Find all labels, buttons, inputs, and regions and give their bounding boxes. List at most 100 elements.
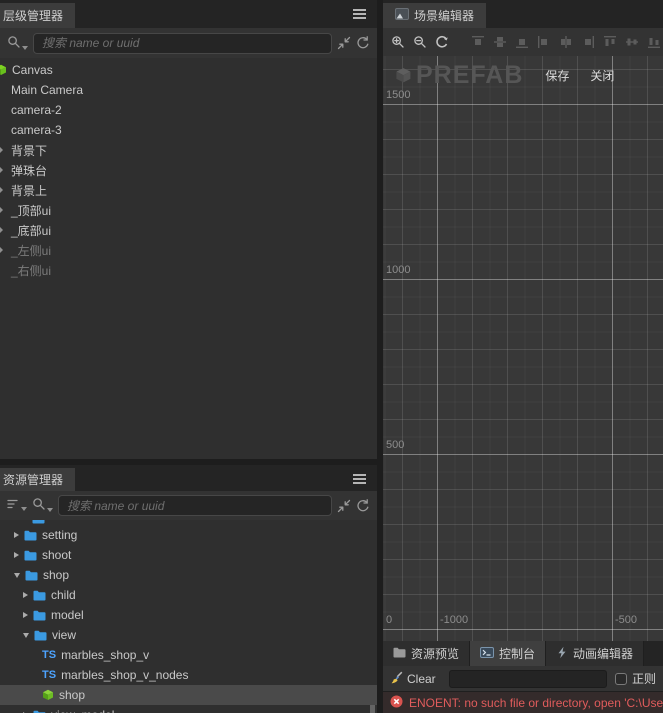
asset-item[interactable]: shop	[0, 685, 377, 705]
cocos-editor-window: 层级管理器 Canvas Main Camera camera-2 camera-3 背…	[0, 0, 663, 713]
tab-scene-editor[interactable]: 场景编辑器	[383, 3, 487, 28]
scene-toolbar	[383, 28, 663, 56]
hierarchy-node[interactable]: _右侧ui	[0, 260, 377, 280]
distribute-vcenter-button[interactable]	[625, 35, 639, 49]
assets-search-input[interactable]	[58, 495, 332, 516]
console-error-text: ENOENT: no such file or directory, open …	[409, 695, 663, 710]
terminal-icon	[480, 646, 495, 661]
console-filter-input[interactable]	[448, 669, 607, 688]
grid-coordinate-label: 1500	[386, 89, 411, 101]
assets-refresh-button[interactable]	[356, 498, 370, 513]
asset-item[interactable]: setting	[0, 525, 377, 545]
zoom-in-button[interactable]	[391, 35, 405, 49]
hierarchy-search-type-button[interactable]	[7, 35, 28, 52]
assets-sort-button[interactable]	[7, 498, 27, 513]
prefab-close-button[interactable]: 关闭	[590, 67, 614, 84]
hierarchy-search-row	[0, 28, 377, 58]
reset-view-button[interactable]	[435, 35, 449, 49]
assets-collapse-all-button[interactable]	[337, 499, 351, 513]
console-clear-button[interactable]: Clear	[390, 671, 436, 687]
distribute-bottom-button[interactable]	[647, 35, 661, 49]
node-label: _底部ui	[11, 223, 52, 238]
zoom-out-button[interactable]	[413, 35, 427, 49]
asset-label: marbles_shop_v_nodes	[61, 668, 189, 682]
regex-checkbox[interactable]	[614, 672, 627, 685]
hierarchy-node[interactable]: 背景下	[0, 140, 377, 160]
hierarchy-refresh-button[interactable]	[356, 36, 370, 50]
asset-label: setting	[42, 528, 78, 542]
asset-item[interactable]: child	[0, 585, 377, 605]
prefab-cube-icon	[395, 67, 412, 84]
bottom-tab-label: 资源预览	[411, 647, 460, 661]
sort-icon	[7, 498, 20, 513]
asset-label: marbles_shop_v	[61, 648, 150, 662]
asset-item[interactable]: shoot	[0, 545, 377, 565]
asset-item[interactable]: TS marbles_shop_v	[0, 645, 377, 665]
clipped-arrow-icon	[0, 147, 3, 153]
distribute-top-button[interactable]	[603, 35, 617, 49]
hierarchy-node[interactable]: camera-2	[0, 100, 377, 120]
tab-folder[interactable]: 资源预览	[383, 641, 471, 666]
asset-label: shoot	[42, 548, 72, 562]
hierarchy-collapse-all-button[interactable]	[337, 36, 351, 50]
node-label: _左侧ui	[11, 243, 52, 258]
node-label: Main Camera	[11, 83, 84, 97]
asset-item[interactable]: view_model	[0, 705, 377, 713]
folder-icon	[33, 610, 46, 621]
assets-search-type-button[interactable]	[32, 497, 53, 514]
assets-tabbar: 资源管理器	[0, 465, 377, 491]
console-toolbar: Clear 正则	[383, 666, 663, 691]
align-right-button[interactable]	[581, 35, 595, 49]
clipped-arrow-icon	[0, 187, 3, 193]
typescript-icon: TS	[42, 649, 57, 661]
hierarchy-node[interactable]: Canvas	[0, 60, 377, 80]
assets-tree: setting shoot shop child model view TS marbles_…	[0, 520, 377, 713]
hierarchy-node[interactable]: Main Camera	[0, 80, 377, 100]
scene-panel: 场景编辑器 PREFAB 保存 关闭 1500 1000 500 0 -1000 -500…	[383, 0, 663, 713]
hierarchy-node[interactable]: _顶部ui	[0, 200, 377, 220]
align-bottom-button[interactable]	[515, 35, 529, 49]
hierarchy-node[interactable]: camera-3	[0, 120, 377, 140]
scene-canvas[interactable]: PREFAB 保存 关闭 1500 1000 500 0 -1000 -500	[383, 56, 663, 641]
hierarchy-search-input[interactable]	[33, 32, 332, 54]
tab-hierarchy[interactable]: 层级管理器	[0, 3, 76, 28]
node-label: camera-2	[11, 103, 62, 117]
prefab-save-button[interactable]: 保存	[545, 67, 569, 84]
align-top-button[interactable]	[471, 35, 485, 49]
disclosure-arrow-icon[interactable]	[23, 592, 28, 598]
hierarchy-node[interactable]: _左侧ui	[0, 240, 377, 260]
node-label: 背景上	[11, 183, 48, 198]
assets-menu-button[interactable]	[353, 473, 367, 485]
hierarchy-menu-button[interactable]	[353, 8, 367, 20]
hierarchy-node[interactable]: 弹珠台	[0, 160, 377, 180]
folder-icon	[34, 630, 47, 641]
node-label: _顶部ui	[11, 203, 52, 218]
tab-terminal[interactable]: 控制台	[470, 641, 547, 666]
node-label: camera-3	[11, 123, 62, 137]
bottom-tab-label: 动画编辑器	[573, 647, 634, 661]
tab-assets[interactable]: 资源管理器	[0, 468, 76, 491]
grid-coordinate-label: -500	[615, 614, 638, 626]
grid-coordinate-label: 1000	[386, 264, 411, 276]
align-hcenter-button[interactable]	[559, 35, 573, 49]
align-vcenter-button[interactable]	[493, 35, 507, 49]
assets-panel: 资源管理器 setting shoot shop child model view TS ma…	[0, 465, 377, 713]
canvas-icon	[0, 64, 7, 76]
hierarchy-node[interactable]: _底部ui	[0, 220, 377, 240]
asset-item[interactable]: view	[0, 625, 377, 645]
hierarchy-node[interactable]: 背景上	[0, 180, 377, 200]
asset-item[interactable]: model	[0, 605, 377, 625]
disclosure-arrow-icon[interactable]	[14, 572, 20, 578]
disclosure-arrow-icon[interactable]	[14, 532, 19, 538]
tab-animation[interactable]: 动画编辑器	[546, 641, 645, 666]
align-left-button[interactable]	[537, 35, 551, 49]
disclosure-arrow-icon[interactable]	[23, 632, 29, 638]
node-label: Canvas	[12, 63, 53, 77]
assets-search-row	[0, 491, 377, 520]
console-error-row[interactable]: ENOENT: no such file or directory, open …	[383, 691, 663, 713]
disclosure-arrow-icon[interactable]	[14, 552, 19, 558]
asset-item[interactable]: shop	[0, 565, 377, 585]
disclosure-arrow-icon[interactable]	[23, 612, 28, 618]
regex-label: 正则	[631, 672, 656, 686]
asset-item[interactable]: TS marbles_shop_v_nodes	[0, 665, 377, 685]
